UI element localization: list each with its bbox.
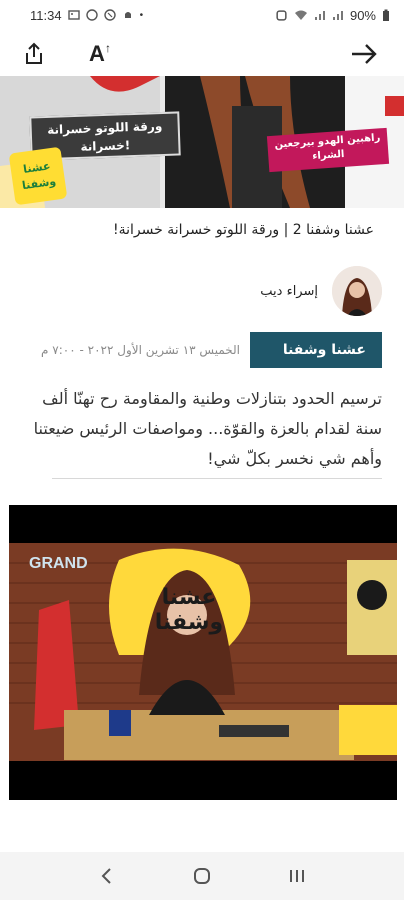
alarm-icon [276,9,287,21]
share-icon [26,42,42,64]
author-avatar[interactable] [332,266,382,316]
home-circle-icon [193,868,210,884]
avatar-image [332,266,382,316]
arrow-right-icon [352,44,377,64]
status-bar: 11:34 • 90% [0,0,404,30]
nav-back-button[interactable] [87,856,127,896]
meta-row: عشنا وشفنا الخميس ١٣ تشرين الأول ٢٠٢٢ - … [20,332,382,368]
nav-recents-button[interactable] [277,856,317,896]
battery-icon [383,9,389,21]
share-button[interactable] [18,38,50,70]
status-dot: • [139,9,144,21]
video-show-title: عشنا وشفنا [154,585,224,635]
publish-date: الخميس ١٣ تشرين الأول ٢٠٢٢ - ٧:٠٠ م [41,343,240,357]
whatsapp-icon [103,9,116,21]
messenger-icon [85,9,98,21]
font-size-icon: A↑ [89,41,111,66]
article-lead: ترسيم الحدود بتنازلات وطنية والمقاومة رح… [33,389,382,468]
signal-icon [314,11,325,20]
recents-icon [289,870,304,882]
notification-icon [124,12,131,18]
article-headline: عشنا وشفنا 2 | ورقة اللوتو خسرانة خسرانة… [113,222,374,238]
hero-image[interactable]: ورقة اللوتو خسرانة خسرانة! راهبين الهدو … [0,76,404,208]
wifi-icon [294,10,307,20]
author-block[interactable]: إسراء ديب [260,266,382,316]
divider [52,478,382,479]
status-time: 11:34 [30,7,62,23]
author-name[interactable]: إسراء ديب [260,284,318,299]
top-toolbar: A↑ [0,30,404,76]
system-navbar [0,852,404,900]
hero-logo: عشنا وشفنا [8,146,68,206]
status-left: 11:34 • [30,8,143,23]
font-size-button[interactable]: A↑ [82,38,118,70]
video-player[interactable]: GRAND عشنا وشفنا [9,505,397,800]
video-frame [9,505,397,800]
video-channel-logo: GRAND [29,555,88,572]
back-button[interactable] [348,38,380,70]
signal-icon-2 [332,11,343,20]
status-right: 90% [275,8,390,23]
chevron-left-icon [101,868,112,884]
category-badge[interactable]: عشنا وشفنا [250,332,382,368]
nav-home-button[interactable] [182,856,222,896]
battery-level: 90% [349,7,376,23]
gallery-icon [67,10,80,20]
